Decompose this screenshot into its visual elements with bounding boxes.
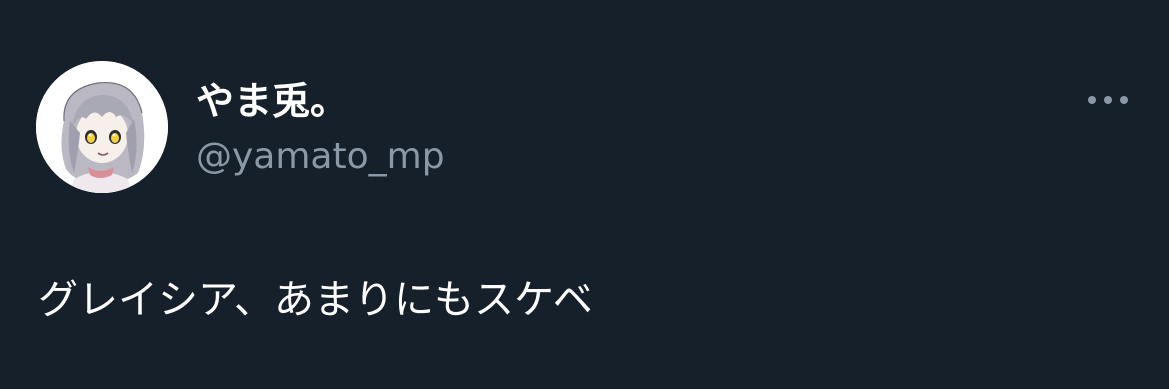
tweet-card: やま兎。 @yamato_mp グレイシア、あまりにもスケベ [0, 0, 1169, 389]
more-horizontal-icon [1088, 96, 1128, 104]
user-handle[interactable]: @yamato_mp [196, 134, 445, 180]
display-name[interactable]: やま兎。 [196, 78, 348, 124]
tweet-text: グレイシア、あまりにもスケベ [38, 277, 593, 323]
more-options-button[interactable] [1080, 82, 1136, 118]
avatar-image [36, 61, 168, 193]
avatar[interactable] [36, 61, 168, 193]
